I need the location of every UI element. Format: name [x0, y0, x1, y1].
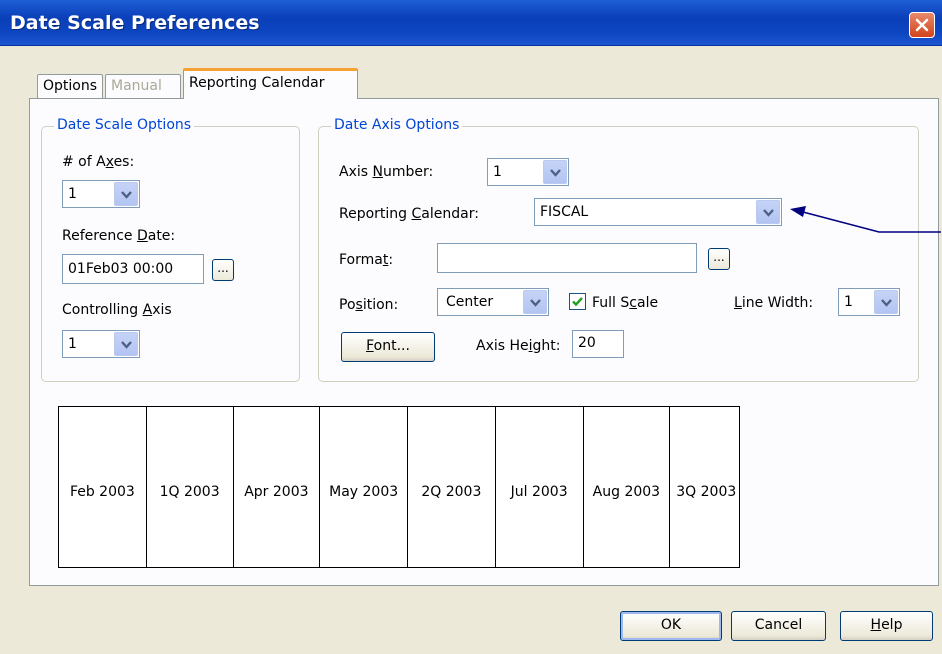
preview-cell: Aug 2003	[584, 407, 671, 567]
preview-cell: May 2003	[320, 407, 408, 567]
line-width-value: 1	[844, 294, 853, 310]
reporting-calendar-dropdown-button[interactable]	[756, 200, 780, 224]
reporting-calendar-value: FISCAL	[540, 204, 589, 220]
chevron-down-icon	[121, 191, 132, 199]
chevron-down-icon	[530, 299, 541, 307]
reporting-calendar-label: Reporting Calendar:	[339, 206, 479, 222]
format-field[interactable]	[437, 243, 697, 273]
reference-date-field[interactable]: 01Feb03 00:00	[62, 254, 204, 284]
axis-number-dropdown-button[interactable]	[543, 160, 567, 184]
tab-manual-label: Manual	[111, 78, 162, 94]
dialog-window: Date Scale Preferences Options Manual Re…	[0, 0, 942, 654]
reporting-calendar-select[interactable]: FISCAL	[534, 198, 782, 226]
close-icon	[915, 18, 929, 32]
preview-cell: Feb 2003	[59, 407, 147, 567]
chevron-down-icon	[881, 299, 892, 307]
controlling-axis-label: Controlling Axis	[62, 302, 172, 318]
format-label: Format:	[339, 252, 394, 268]
cancel-button[interactable]: Cancel	[731, 611, 826, 641]
tab-options-label: Options	[43, 78, 98, 94]
reference-date-browse-button[interactable]: ...	[212, 259, 234, 281]
position-select[interactable]: Center	[437, 288, 549, 316]
position-dropdown-button[interactable]	[523, 290, 547, 314]
preview-cell: Apr 2003	[234, 407, 321, 567]
preview-cell: Jul 2003	[496, 407, 584, 567]
title-bar: Date Scale Preferences	[0, 0, 942, 46]
controlling-axis-select[interactable]: 1	[62, 330, 140, 358]
position-value: Center	[446, 294, 494, 310]
date-scale-options-legend: Date Scale Options	[54, 117, 195, 133]
preview-cell: 1Q 2003	[147, 407, 234, 567]
preview-cell: 2Q 2003	[408, 407, 496, 567]
num-axes-label: # of Axes:	[62, 154, 135, 170]
position-label: Position:	[339, 297, 399, 313]
preview-cell: 3Q 2003	[676, 484, 737, 500]
line-width-select[interactable]: 1	[838, 288, 900, 316]
date-scale-preview: Feb 2003 1Q 2003 Apr 2003 May 2003 2Q 20…	[58, 406, 740, 568]
ok-button[interactable]: OK	[620, 611, 722, 641]
line-width-label: Line Width:	[734, 295, 814, 311]
axis-number-value: 1	[493, 164, 502, 180]
close-button[interactable]	[909, 12, 935, 38]
axis-height-value: 20	[578, 335, 596, 351]
reference-date-label: Reference Date:	[62, 228, 176, 244]
line-width-dropdown-button[interactable]	[874, 290, 898, 314]
tab-manual: Manual	[105, 74, 181, 98]
window-title: Date Scale Preferences	[10, 12, 260, 34]
full-scale-checkbox[interactable]	[569, 293, 586, 310]
date-axis-options-legend: Date Axis Options	[331, 117, 463, 133]
reference-date-value: 01Feb03 00:00	[68, 261, 174, 277]
axis-height-label: Axis Height:	[476, 338, 561, 354]
tab-reporting-calendar[interactable]: Reporting Calendar	[183, 68, 358, 99]
num-axes-dropdown-button[interactable]	[114, 182, 138, 206]
controlling-axis-dropdown-button[interactable]	[114, 332, 138, 356]
font-button[interactable]: Font...	[341, 332, 435, 362]
num-axes-select[interactable]: 1	[62, 180, 140, 208]
help-button[interactable]: Help	[840, 611, 933, 641]
chevron-down-icon	[763, 209, 774, 217]
tab-reporting-calendar-label: Reporting Calendar	[189, 75, 325, 91]
checkmark-icon	[572, 297, 583, 307]
chevron-down-icon	[550, 169, 561, 177]
num-axes-value: 1	[68, 186, 77, 202]
axis-height-field[interactable]: 20	[572, 330, 624, 358]
tab-options[interactable]: Options	[37, 74, 103, 98]
axis-number-label: Axis Number:	[339, 164, 434, 180]
controlling-axis-value: 1	[68, 336, 77, 352]
full-scale-label: Full Scale	[592, 295, 659, 311]
chevron-down-icon	[121, 341, 132, 349]
format-browse-button[interactable]: ...	[708, 248, 730, 270]
axis-number-select[interactable]: 1	[487, 158, 569, 186]
